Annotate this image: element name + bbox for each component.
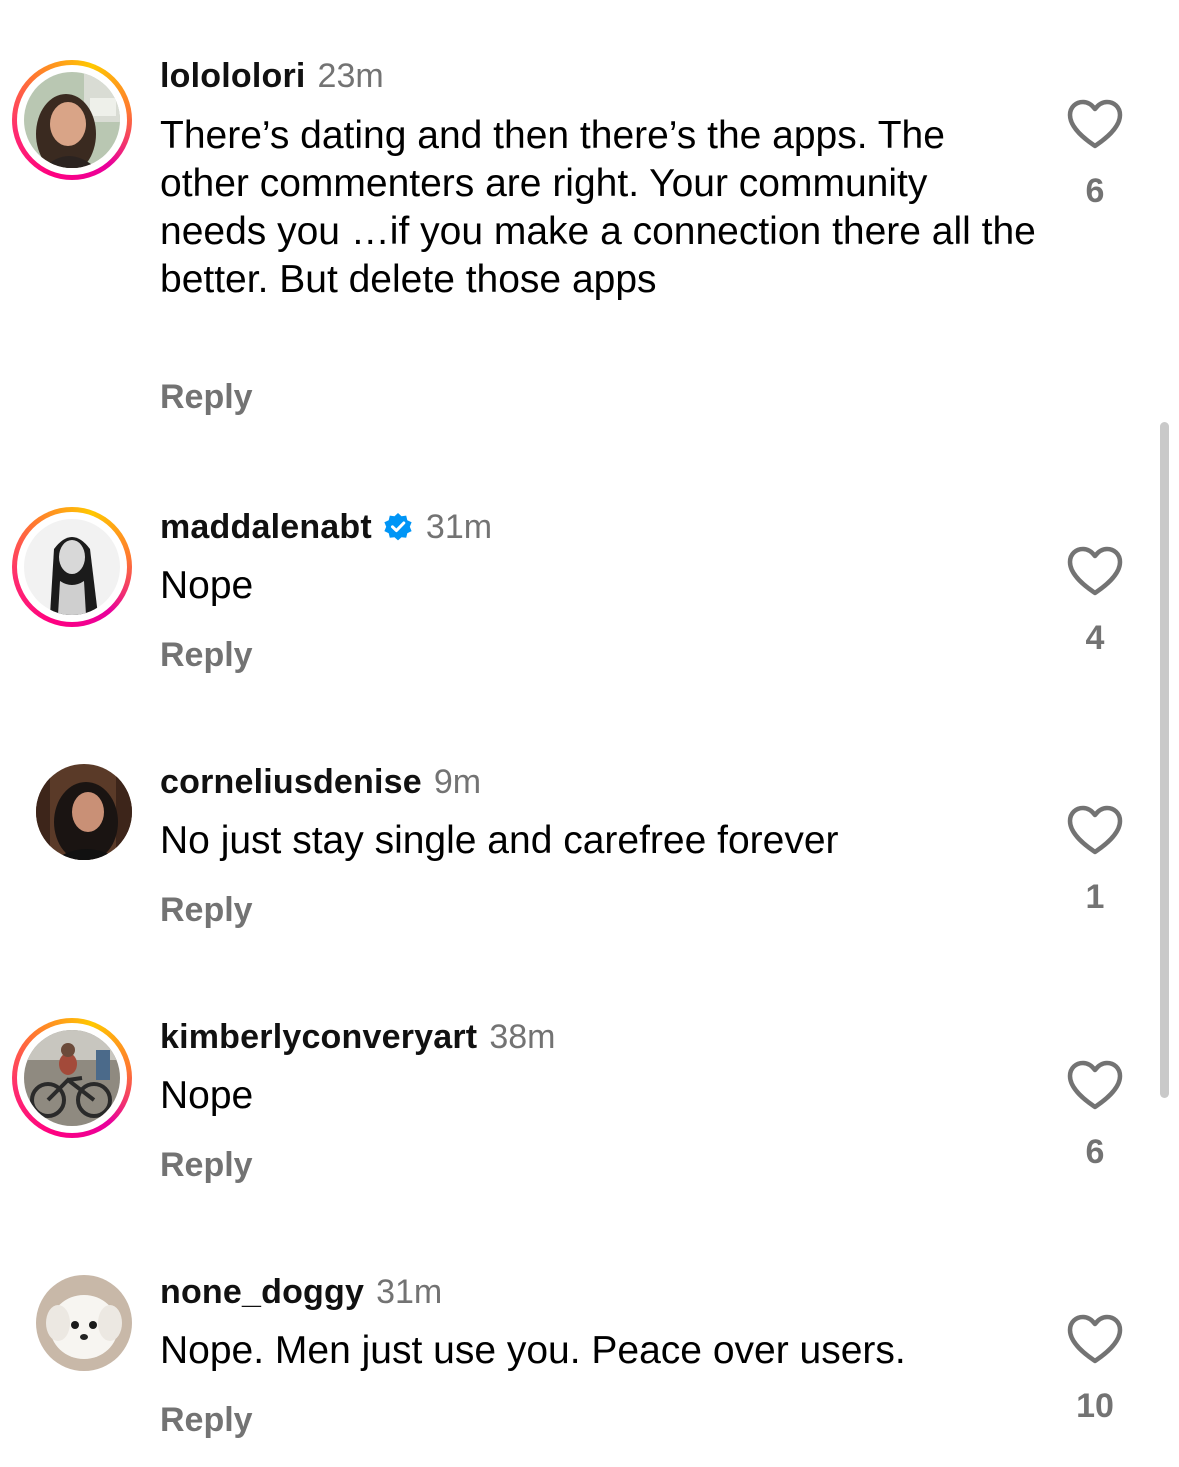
avatar[interactable] [12,1018,132,1138]
heart-outline-icon [1067,99,1123,149]
avatar-photo [24,1030,120,1126]
heart-outline-icon [1067,805,1123,855]
like-button[interactable] [1066,1059,1124,1111]
comment-header: maddalenabt 31m [160,508,492,547]
username[interactable]: none_doggy [160,1273,364,1312]
heart-outline-icon [1067,546,1123,596]
like-count: 6 [1085,1133,1105,1171]
heart-outline-icon [1067,1060,1123,1110]
verified-badge-icon [382,512,414,544]
comment-text: There’s dating and then there’s the apps… [160,114,1036,301]
heart-outline-icon [1067,1314,1123,1364]
timestamp: 31m [425,508,493,546]
username[interactable]: lolololori [160,57,306,96]
reply-button[interactable]: Reply [160,1401,253,1440]
timestamp: 38m [489,1018,556,1056]
comment-header: corneliusdenise 9m [160,763,481,802]
like-count: 4 [1085,619,1105,657]
avatar-photo [36,764,132,860]
avatar[interactable] [12,1263,132,1383]
comment-header: none_doggy 31m [160,1273,442,1312]
avatar-photo [36,1275,132,1371]
reply-button[interactable]: Reply [160,1146,253,1185]
like-count: 6 [1085,172,1105,210]
avatar[interactable] [12,60,132,180]
comment-header: kimberlyconveryart 38m [160,1018,555,1057]
like-button[interactable] [1066,545,1124,597]
username[interactable]: corneliusdenise [160,763,422,802]
comment-header: lolololori 23m [160,57,384,96]
reply-button[interactable]: Reply [160,891,253,930]
avatar-photo [24,72,120,168]
comment-text: Nope [160,1074,254,1117]
scrollbar[interactable] [1160,422,1169,1098]
timestamp: 31m [376,1273,443,1311]
comment-text: No just stay single and carefree forever [160,819,839,862]
avatar-photo [24,519,120,615]
comment-text: Nope. Men just use you. Peace over users… [160,1329,906,1372]
avatar[interactable] [12,507,132,627]
username[interactable]: kimberlyconveryart [160,1018,477,1057]
timestamp: 9m [433,763,482,801]
username[interactable]: maddalenabt [160,508,372,547]
like-button[interactable] [1066,98,1124,150]
comment-text: Nope [160,564,254,607]
like-count: 1 [1085,878,1105,916]
like-button[interactable] [1066,804,1124,856]
reply-button[interactable]: Reply [160,636,253,675]
timestamp: 23m [317,57,384,95]
like-count: 10 [1076,1387,1114,1425]
reply-button[interactable]: Reply [160,378,253,417]
avatar[interactable] [12,752,132,872]
like-button[interactable] [1066,1313,1124,1365]
